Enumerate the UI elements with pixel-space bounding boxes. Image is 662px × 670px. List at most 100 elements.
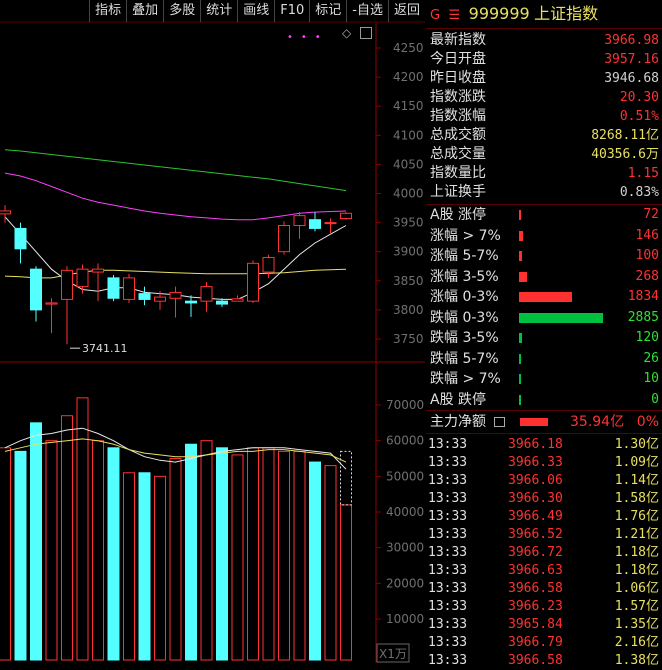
distribution-label: 涨幅 3-5%: [430, 268, 499, 285]
quote-row: 指数涨跌 20.30: [426, 88, 662, 107]
tick-volume: 2.16亿: [614, 635, 659, 650]
tick-price: 3966.72: [508, 545, 563, 560]
distribution-value: 146: [635, 227, 659, 243]
distribution-label: 涨幅 > 7%: [430, 227, 501, 244]
volume-bar: [154, 475, 166, 661]
tick-price: 3966.33: [508, 455, 563, 470]
toolbar-button-7[interactable]: -自选: [346, 0, 388, 22]
candle: [262, 254, 275, 278]
quote-label: 上证换手: [430, 184, 486, 200]
ma-green-line: [4, 149, 347, 192]
tick-row: 13:33 3966.06 1.14亿: [426, 472, 662, 490]
candle: [309, 212, 321, 232]
distribution-value: 1834: [627, 289, 659, 304]
quote-label: 指数涨幅: [430, 108, 486, 124]
price-tick-label: 4250: [393, 41, 424, 55]
tick-volume: 1.21亿: [614, 527, 659, 542]
main-force-row: 主力净额 35.94亿 0%: [426, 411, 662, 433]
tick-price: 3966.18: [508, 437, 563, 452]
quote-value: 1.15: [627, 166, 659, 181]
candle-body: [324, 222, 337, 225]
tick-volume: 1.58亿: [614, 491, 659, 506]
diamond-icon[interactable]: ◇: [342, 26, 351, 40]
tick-price: 3966.52: [508, 527, 563, 542]
price-tick-label: 3900: [393, 245, 424, 259]
candle-body: [92, 268, 104, 273]
price-tick-label: 4050: [393, 157, 424, 171]
tick-row: 13:33 3966.23 1.57亿: [426, 598, 662, 616]
volume-tick-label: 40000: [386, 505, 424, 519]
quote-value: 8268.11亿: [591, 128, 659, 143]
ma-yellow-line: [4, 268, 347, 279]
menu-icon[interactable]: ☰: [449, 8, 461, 23]
tick-volume: 1.35亿: [614, 617, 659, 632]
distribution-label: 跌幅 5-7%: [430, 350, 499, 367]
distribution-value: 72: [643, 207, 659, 222]
candle-body: [61, 269, 73, 300]
quote-value: 3966.98: [604, 33, 659, 48]
candle-body: [14, 227, 27, 250]
dots-indicator: •••: [287, 32, 329, 43]
tick-time: 13:33: [428, 653, 468, 668]
volume-tick-label: 20000: [386, 576, 424, 590]
distribution-value: 10: [643, 371, 659, 386]
volume-ma-lines: [4, 427, 347, 470]
kline-chart[interactable]: 4250 4200 4150 4100 4050 4000 3950 3900 3850 3800…: [0, 0, 425, 663]
candle: [61, 266, 73, 345]
tick-row: 13:33 3966.58 1.06亿: [426, 580, 662, 598]
tick-time: 13:33: [428, 599, 468, 614]
quote-panel: G ☰ 999999 上证指数 最新指数 3966.98 今日开盘 3957.16 昨日…: [426, 0, 662, 668]
toolbar-button-2[interactable]: 多股: [163, 0, 200, 22]
distribution-label: A股 跌停: [430, 391, 487, 408]
candle: [92, 263, 104, 302]
tick-row: 13:33 3966.63 1.18亿: [426, 562, 662, 580]
price-tick-label: 4200: [393, 70, 424, 84]
toolbar-button-8[interactable]: 返回: [387, 0, 425, 22]
distribution-row: 跌幅 0-3% 2885: [426, 308, 662, 329]
candle: [324, 218, 337, 234]
volume-bar: [293, 450, 306, 661]
price-tick-label: 3800: [393, 303, 424, 317]
tick-row: 13:33 3966.33 1.09亿: [426, 454, 662, 472]
tick-volume: 1.09亿: [614, 455, 659, 470]
toolbar-button-5[interactable]: F10: [274, 0, 309, 22]
volume-bar: [92, 440, 104, 661]
candle: [247, 260, 259, 303]
volume-bar: [30, 422, 42, 661]
candle-body: [247, 262, 259, 302]
toolbar-button-3[interactable]: 统计: [200, 0, 237, 22]
volume-unit-label: X1万: [379, 647, 407, 661]
main-force-pct: 0%: [636, 414, 659, 430]
volume-projection: [340, 450, 352, 506]
tick-row: 13:33 3966.18 1.30亿: [426, 436, 662, 454]
toolbar-button-0[interactable]: 指标: [89, 0, 126, 22]
chart-markers: 3741.11: [70, 342, 128, 355]
volume-bar: [45, 440, 58, 661]
quote-value: 3957.16: [604, 52, 659, 67]
tick-price: 3966.79: [508, 635, 563, 650]
list-icon[interactable]: [494, 417, 505, 427]
candle-body: [231, 298, 244, 302]
toolbar-button-1[interactable]: 叠加: [126, 0, 163, 22]
candle: [340, 212, 352, 220]
tick-row: 13:33 3966.49 1.76亿: [426, 508, 662, 526]
candle-body: [123, 277, 135, 300]
distribution-label: 跌幅 3-5%: [430, 330, 499, 346]
tick-volume: 1.18亿: [614, 545, 659, 560]
quote-row: 指数量比 1.15: [426, 164, 662, 183]
distribution-row: 涨幅 3-5% 268: [426, 267, 662, 288]
toolbar-button-4[interactable]: 画线: [237, 0, 274, 22]
window-icon[interactable]: [360, 27, 372, 39]
distribution-label: 跌幅 0-3%: [430, 309, 499, 326]
tick-row: 13:33 3966.72 1.18亿: [426, 544, 662, 562]
volume-bar: [185, 443, 197, 661]
volume-bar: [138, 472, 151, 661]
toolbar-button-6[interactable]: 标记: [309, 0, 346, 22]
quote-label: 昨日收盘: [430, 70, 486, 86]
candle: [278, 221, 290, 255]
candle: [14, 222, 27, 264]
tick-price: 3966.23: [508, 599, 563, 614]
distribution-bar: [519, 333, 522, 343]
volume-bar: [309, 461, 321, 661]
distribution-bar: [519, 230, 523, 241]
